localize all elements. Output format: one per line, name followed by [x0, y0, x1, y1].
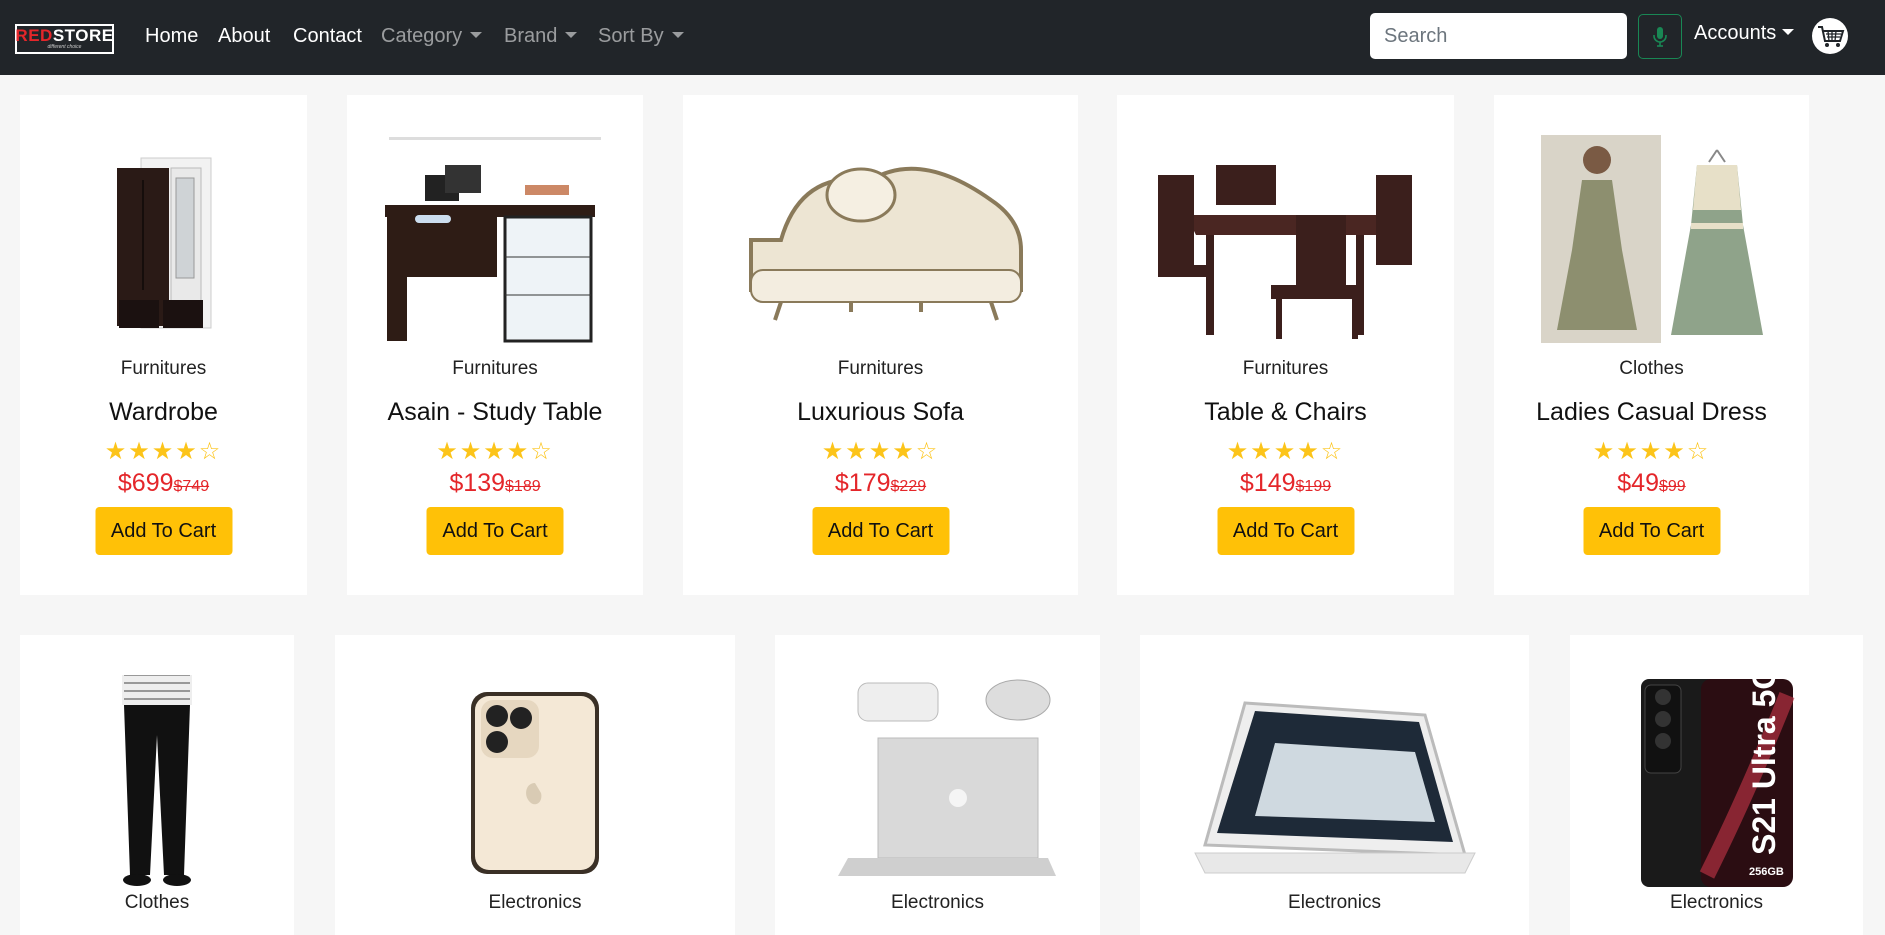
accounts-dropdown[interactable]: Accounts	[1694, 22, 1795, 45]
nav-contact-link[interactable]: Contact	[293, 25, 362, 48]
product-title[interactable]: Ladies Casual Dress	[1494, 398, 1809, 427]
product-title[interactable]: Wardrobe	[20, 398, 307, 427]
old-price: $199	[1295, 478, 1332, 495]
brand-logo[interactable]: REDSTORE different choice	[15, 24, 114, 54]
product-title[interactable]: Asain - Study Table	[347, 398, 643, 427]
brand-name: REDSTORE	[15, 26, 114, 45]
old-price: $229	[890, 478, 927, 495]
nav-home-link[interactable]: Home	[145, 25, 198, 48]
chevron-down-icon	[1782, 29, 1795, 35]
search-input[interactable]	[1370, 13, 1627, 59]
product-card[interactable]: S21 Ultra 5G 256GB Electronics	[1570, 635, 1863, 935]
current-price: $149	[1239, 469, 1296, 497]
old-price: $99	[1659, 478, 1686, 495]
product-image-sofa[interactable]	[683, 135, 1078, 345]
product-card[interactable]: Furnitures Asain - Study Table ★★★★☆ $13…	[347, 95, 643, 595]
product-image-macbook[interactable]	[775, 675, 1100, 890]
product-image-dress[interactable]	[1494, 135, 1809, 345]
category-dropdown-label: Category	[381, 25, 463, 47]
nav-about-link[interactable]: About	[218, 25, 270, 48]
product-category: Furnitures	[452, 358, 538, 379]
product-category: Electronics	[1288, 892, 1381, 913]
old-price: $749	[173, 478, 210, 495]
old-price: $189	[505, 478, 541, 495]
product-category: Furnitures	[120, 358, 207, 379]
chevron-down-icon	[565, 32, 578, 38]
brand-dropdown[interactable]: Brand	[504, 25, 578, 48]
accounts-label: Accounts	[1694, 22, 1777, 44]
star-rating-icon: ★★★★☆	[436, 438, 554, 465]
voice-search-button[interactable]	[1638, 14, 1682, 59]
product-category: Electronics	[1670, 892, 1763, 913]
product-card[interactable]: Clothes	[20, 635, 294, 935]
product-card[interactable]: Electronics	[335, 635, 735, 935]
product-card[interactable]: Clothes Ladies Casual Dress ★★★★☆ $49$99…	[1494, 95, 1809, 595]
galaxy-model-text: S21 Ultra 5G	[1746, 675, 1782, 855]
star-rating-icon: ★★★★☆	[821, 438, 940, 465]
product-card[interactable]: Furnitures Wardrobe ★★★★☆ $699$749 Add T…	[20, 95, 307, 595]
current-price: $49	[1617, 469, 1659, 497]
brand-dropdown-label: Brand	[504, 25, 558, 47]
product-image-tablet[interactable]	[1140, 675, 1529, 890]
add-to-cart-button[interactable]: Add To Cart	[1583, 507, 1720, 555]
product-image-iphone[interactable]	[335, 675, 735, 890]
current-price: $179	[834, 469, 891, 497]
product-category: Clothes	[124, 892, 190, 913]
product-image-study-table[interactable]	[347, 135, 643, 345]
sort-by-dropdown[interactable]: Sort By	[598, 25, 684, 48]
star-rating-icon: ★★★★☆	[1226, 438, 1345, 465]
brand-tagline: different choice	[47, 44, 82, 50]
product-price: $699$749	[20, 469, 307, 498]
product-title[interactable]: Table & Chairs	[1117, 398, 1454, 427]
galaxy-storage-text: 256GB	[1749, 866, 1784, 878]
category-dropdown[interactable]: Category	[381, 25, 483, 48]
add-to-cart-button[interactable]: Add To Cart	[95, 507, 232, 555]
product-image-galaxy-s21[interactable]: S21 Ultra 5G 256GB	[1570, 675, 1863, 890]
product-category: Electronics	[488, 892, 582, 913]
add-to-cart-button[interactable]: Add To Cart	[812, 507, 949, 555]
product-image-jeans[interactable]	[20, 675, 294, 890]
microphone-icon	[1653, 26, 1667, 47]
top-navbar: REDSTORE different choice Home About Con…	[0, 0, 1885, 75]
product-card[interactable]: Furnitures Table & Chairs ★★★★☆ $149$199…	[1117, 95, 1454, 595]
product-price: $139$189	[347, 469, 643, 498]
shopping-cart-icon[interactable]	[1812, 18, 1848, 54]
product-image-wardrobe[interactable]	[20, 135, 307, 345]
sort-by-dropdown-label: Sort By	[598, 25, 664, 47]
product-category: Furnitures	[837, 358, 924, 379]
brand-red-text: RED	[15, 26, 53, 45]
chevron-down-icon	[470, 32, 483, 38]
add-to-cart-button[interactable]: Add To Cart	[426, 507, 564, 555]
product-category: Furnitures	[1242, 358, 1329, 379]
product-card[interactable]: Furnitures Luxurious Sofa ★★★★☆ $179$229…	[683, 95, 1078, 595]
product-price: $179$229	[683, 469, 1078, 498]
product-price: $149$199	[1117, 469, 1454, 498]
star-rating-icon: ★★★★☆	[1592, 438, 1711, 465]
chevron-down-icon	[671, 32, 684, 38]
product-category: Electronics	[891, 892, 984, 913]
star-rating-icon: ★★★★☆	[104, 438, 223, 465]
product-title[interactable]: Luxurious Sofa	[683, 398, 1078, 427]
add-to-cart-button[interactable]: Add To Cart	[1217, 507, 1354, 555]
product-card[interactable]: Electronics	[775, 635, 1100, 935]
product-category: Clothes	[1619, 358, 1684, 379]
product-price: $49$99	[1494, 469, 1809, 498]
product-image-table-chairs[interactable]	[1117, 135, 1454, 345]
brand-white-text: STORE	[52, 26, 114, 45]
current-price: $139	[449, 469, 506, 497]
current-price: $699	[117, 469, 174, 497]
product-card[interactable]: Electronics	[1140, 635, 1529, 935]
